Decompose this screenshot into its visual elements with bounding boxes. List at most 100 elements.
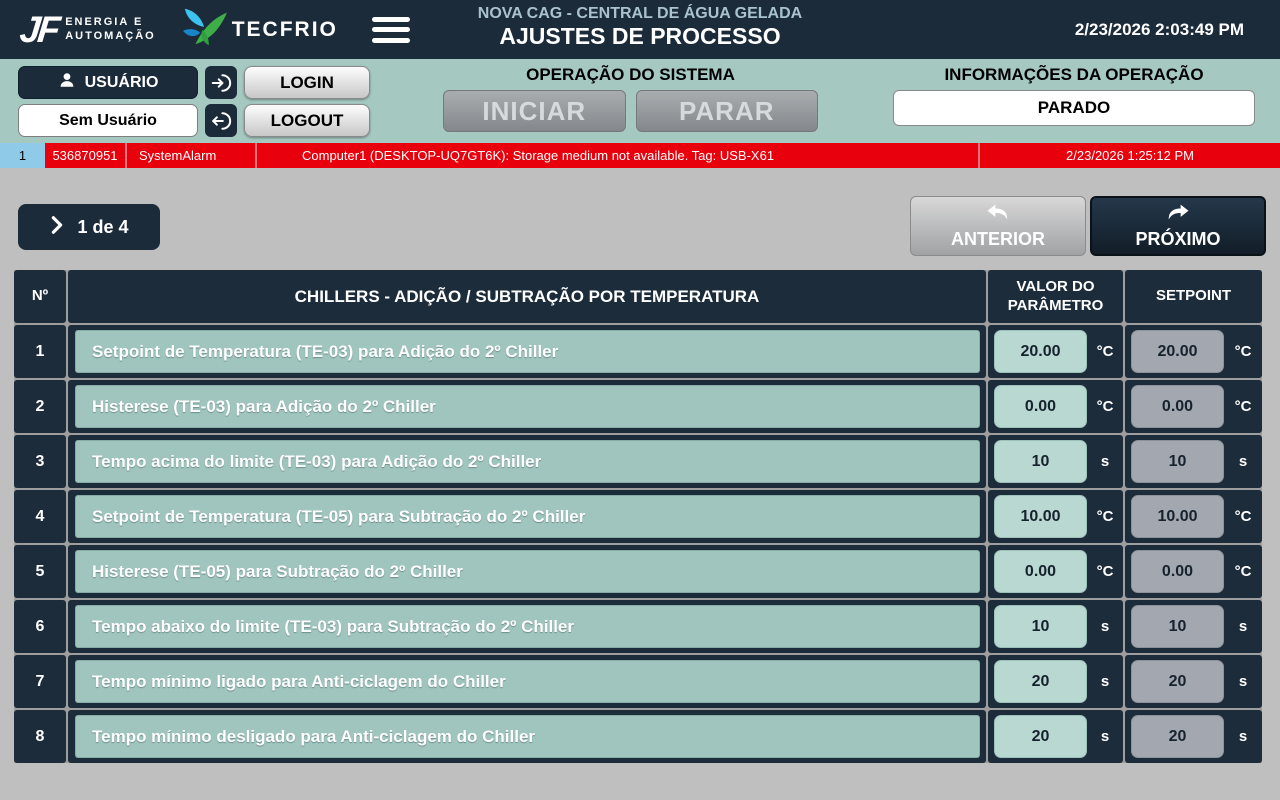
user-button-label: USUÁRIO <box>85 74 159 92</box>
alarm-index: 1 <box>0 143 45 168</box>
setpoint-unit: s <box>1224 453 1262 470</box>
row-number: 1 <box>14 325 66 378</box>
setpoint-value: 10 <box>1131 440 1224 483</box>
parameter-value-input[interactable]: 10 <box>994 605 1087 648</box>
tecfrio-wordmark: TECFRIO <box>232 18 338 42</box>
setpoint-value: 10.00 <box>1131 495 1224 538</box>
brand-area: JF ENERGIA E AUTOMAÇÃO TECFRIO <box>20 7 410 52</box>
stop-button[interactable]: PARAR <box>636 90 819 132</box>
next-button-label: PRÓXIMO <box>1135 229 1220 250</box>
table-row: Tempo abaixo do limite (TE-03) para Subt… <box>68 600 986 653</box>
row-number: 2 <box>14 380 66 433</box>
table-row: Setpoint de Temperatura (TE-03) para Adi… <box>68 325 986 378</box>
setpoint-value: 0.00 <box>1131 550 1224 593</box>
parameter-description: Setpoint de Temperatura (TE-03) para Adi… <box>75 330 980 373</box>
setpoint-unit: s <box>1224 673 1262 690</box>
login-button[interactable]: LOGIN <box>244 66 370 99</box>
operation-panel: OPERAÇÃO DO SISTEMA INICIAR PARAR <box>443 65 818 132</box>
parameter-description: Tempo mínimo desligado para Anti-ciclage… <box>75 715 980 758</box>
butterfly-logo-icon <box>182 7 228 52</box>
main-content: 1 de 4 ANTERIOR PRÓXIMO <box>0 196 1280 763</box>
forward-curved-arrow-icon <box>1164 202 1192 228</box>
value-unit: °C <box>1087 398 1123 415</box>
page-title: AJUSTES DE PROCESSO <box>380 24 900 49</box>
user-panel: USUÁRIO LOGIN Sem Usuário LOGOUT <box>18 66 370 137</box>
row-number: 8 <box>14 710 66 763</box>
parameter-description: Setpoint de Temperatura (TE-05) para Sub… <box>75 495 980 538</box>
jf-energia-logo: JF ENERGIA E AUTOMAÇÃO <box>20 9 156 51</box>
value-unit: s <box>1087 453 1123 470</box>
parameter-description: Tempo abaixo do limite (TE-03) para Subt… <box>75 605 980 648</box>
page-indicator-label: 1 de 4 <box>77 217 128 238</box>
parameter-value-input[interactable]: 10.00 <box>994 495 1087 538</box>
setpoint-value: 10 <box>1131 605 1224 648</box>
table-row: Tempo mínimo desligado para Anti-ciclage… <box>68 710 986 763</box>
page-indicator[interactable]: 1 de 4 <box>18 204 160 250</box>
parameter-value-input[interactable]: 20 <box>994 660 1087 703</box>
start-button[interactable]: INICIAR <box>443 90 626 132</box>
alarm-row[interactable]: 1 536870951 SystemAlarm Computer1 (DESKT… <box>0 143 1280 168</box>
alarm-message: Computer1 (DESKTOP-UQ7GT6K): Storage med… <box>257 143 980 168</box>
user-button[interactable]: USUÁRIO <box>18 66 198 99</box>
parameter-value-input[interactable]: 20.00 <box>994 330 1087 373</box>
parameter-value-input[interactable]: 10 <box>994 440 1087 483</box>
datetime-display: 2/23/2026 2:03:49 PM <box>1075 20 1260 40</box>
jf-line1: ENERGIA E <box>65 16 143 28</box>
parameters-table: Nº CHILLERS - ADIÇÃO / SUBTRAÇÃO POR TEM… <box>14 270 1262 763</box>
hmi-screen: JF ENERGIA E AUTOMAÇÃO TECFRIO <box>0 0 1280 800</box>
setpoint-unit: °C <box>1224 508 1262 525</box>
setpoint-unit: s <box>1224 728 1262 745</box>
parameter-description: Histerese (TE-05) para Subtração do 2º C… <box>75 550 980 593</box>
row-number: 6 <box>14 600 66 653</box>
value-unit: s <box>1087 728 1123 745</box>
previous-button[interactable]: ANTERIOR <box>910 196 1086 256</box>
col-header-description: CHILLERS - ADIÇÃO / SUBTRAÇÃO POR TEMPER… <box>68 270 986 323</box>
alarm-id: 536870951 <box>45 143 127 168</box>
table-row: Tempo acima do limite (TE-03) para Adiçã… <box>68 435 986 488</box>
table-row: Setpoint de Temperatura (TE-05) para Sub… <box>68 490 986 543</box>
table-row: Histerese (TE-03) para Adição do 2º Chil… <box>68 380 986 433</box>
setpoint-value: 20.00 <box>1131 330 1224 373</box>
next-button[interactable]: PRÓXIMO <box>1090 196 1266 256</box>
setpoint-unit: °C <box>1224 398 1262 415</box>
table-row: Tempo mínimo ligado para Anti-ciclagem d… <box>68 655 986 708</box>
top-bar: JF ENERGIA E AUTOMAÇÃO TECFRIO <box>0 0 1280 59</box>
setpoint-unit: °C <box>1224 343 1262 360</box>
parameter-value-input[interactable]: 0.00 <box>994 550 1087 593</box>
parameter-description: Tempo acima do limite (TE-03) para Adiçã… <box>75 440 980 483</box>
row-number: 3 <box>14 435 66 488</box>
person-icon <box>58 71 76 94</box>
parameter-description: Histerese (TE-03) para Adição do 2º Chil… <box>75 385 980 428</box>
setpoint-value: 20 <box>1131 715 1224 758</box>
setpoint-unit: °C <box>1224 563 1262 580</box>
row-number: 5 <box>14 545 66 598</box>
alarm-timestamp: 2/23/2026 1:25:12 PM <box>980 143 1280 168</box>
setpoint-unit: s <box>1224 618 1262 635</box>
jf-line2: AUTOMAÇÃO <box>65 30 156 42</box>
login-arrow-icon[interactable] <box>205 66 237 99</box>
current-user-display: Sem Usuário <box>18 104 198 137</box>
col-header-setpoint: SETPOINT <box>1125 270 1262 323</box>
jf-monogram: JF <box>18 9 60 51</box>
value-unit: °C <box>1087 508 1123 525</box>
tecfrio-logo: TECFRIO <box>182 7 338 52</box>
info-panel: INFORMAÇÕES DA OPERAÇÃO PARADO <box>893 65 1255 126</box>
parameter-value-input[interactable]: 20 <box>994 715 1087 758</box>
parameter-description: Tempo mínimo ligado para Anti-ciclagem d… <box>75 660 980 703</box>
parameter-value-input[interactable]: 0.00 <box>994 385 1087 428</box>
row-number: 7 <box>14 655 66 708</box>
col-header-value: VALOR DO PARÂMETRO <box>988 270 1123 323</box>
table-row: Histerese (TE-05) para Subtração do 2º C… <box>68 545 986 598</box>
title-block: NOVA CAG - CENTRAL DE ÁGUA GELADA AJUSTE… <box>380 5 900 49</box>
alarm-type: SystemAlarm <box>127 143 257 168</box>
col-header-num: Nº <box>14 270 66 323</box>
logout-arrow-icon[interactable] <box>205 104 237 137</box>
value-unit: °C <box>1087 343 1123 360</box>
operation-title: OPERAÇÃO DO SISTEMA <box>443 65 818 85</box>
value-unit: °C <box>1087 563 1123 580</box>
logout-button[interactable]: LOGOUT <box>244 104 370 137</box>
row-number: 4 <box>14 490 66 543</box>
previous-button-label: ANTERIOR <box>951 229 1045 250</box>
value-unit: s <box>1087 618 1123 635</box>
setpoint-value: 20 <box>1131 660 1224 703</box>
